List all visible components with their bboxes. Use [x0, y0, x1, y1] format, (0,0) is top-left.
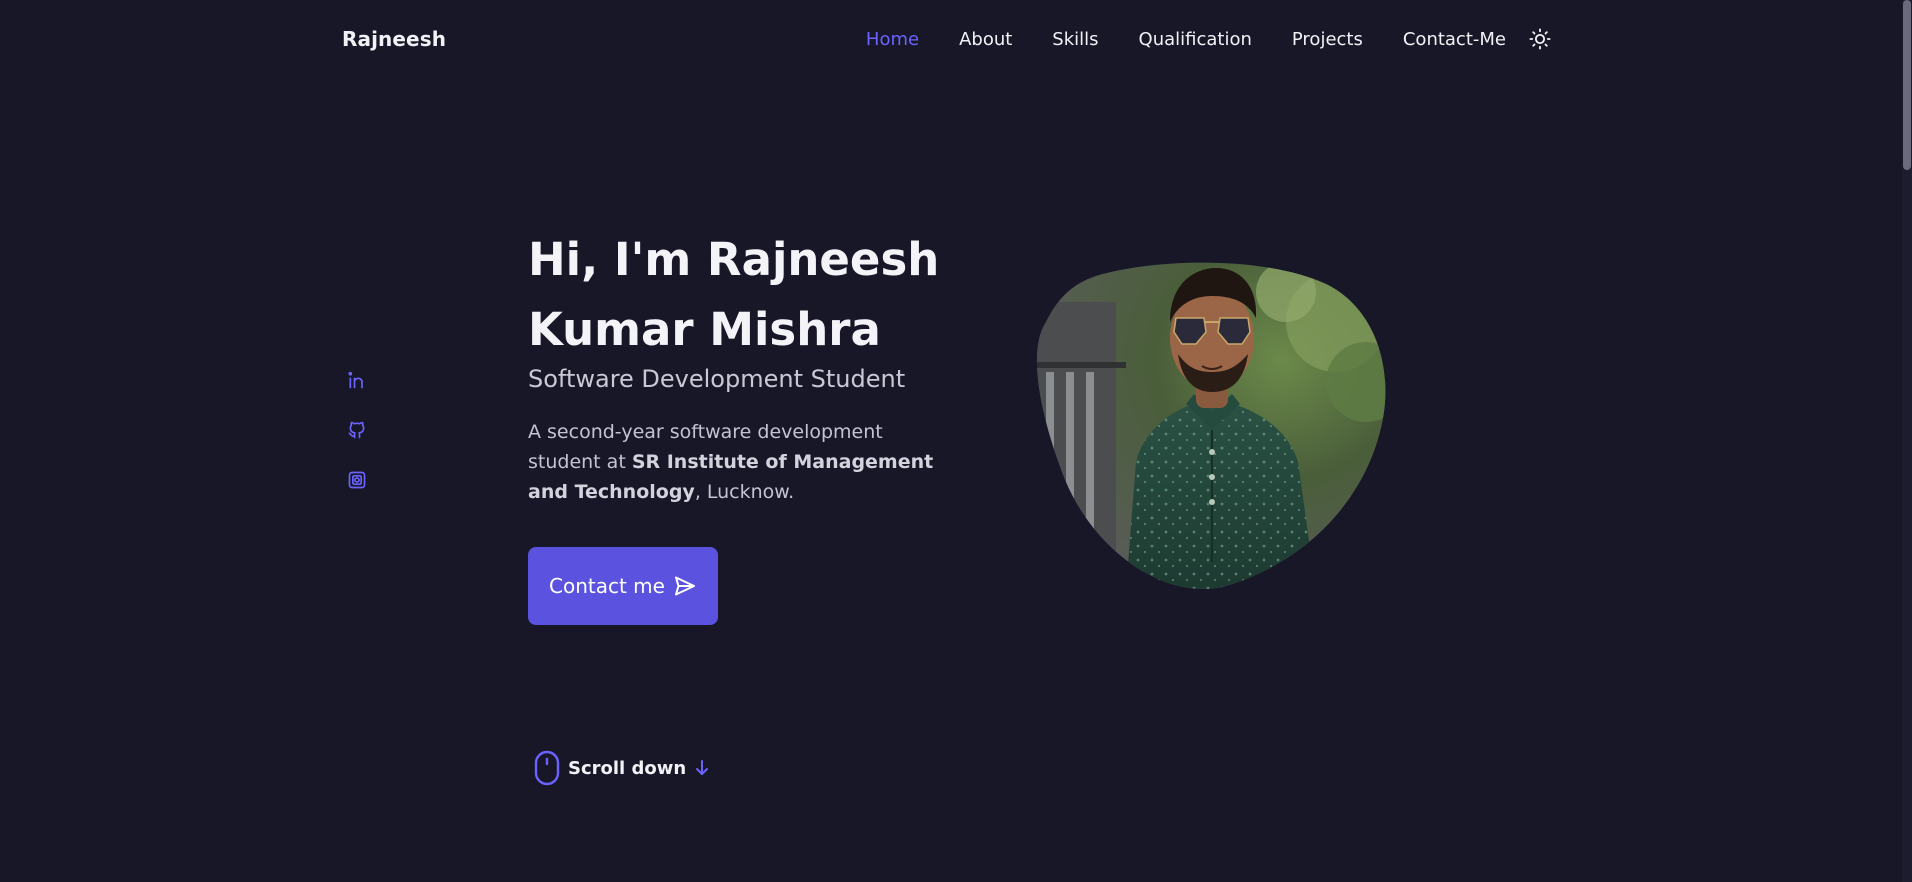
scroll-down-button[interactable]: Scroll down [534, 750, 710, 786]
nav-qualification[interactable]: Qualification [1139, 29, 1252, 50]
header: Rajneesh Home About Skills Qualification… [342, 0, 1552, 78]
instagram-link[interactable] [346, 468, 368, 492]
arrow-down-icon [696, 760, 709, 775]
nav-about[interactable]: About [959, 29, 1012, 50]
nav-projects[interactable]: Projects [1292, 29, 1363, 50]
sun-icon [1529, 28, 1551, 50]
hero-title: Hi, I'm Rajneesh Kumar Mishra [528, 225, 948, 365]
social-links [346, 368, 370, 492]
nav-skills[interactable]: Skills [1052, 29, 1098, 50]
nav-home[interactable]: Home [866, 29, 919, 50]
page: Rajneesh Home About Skills Qualification… [0, 0, 1912, 882]
contact-me-label: Contact me [549, 574, 665, 598]
hero-title-line1: Hi, I'm Rajneesh [528, 233, 940, 286]
linkedin-icon [348, 371, 363, 389]
scroll-down-label: Scroll down [568, 757, 687, 779]
nav-contact-me[interactable]: Contact-Me [1403, 29, 1506, 50]
hero-description-part2: , Lucknow. [694, 481, 795, 503]
scrollbar-thumb[interactable] [1903, 0, 1911, 170]
send-icon [674, 576, 695, 596]
github-link[interactable] [346, 418, 368, 442]
main-nav: Home About Skills Qualification Projects… [826, 27, 1552, 51]
logo[interactable]: Rajneesh [342, 27, 446, 51]
page-scrollbar[interactable] [1902, 0, 1912, 882]
hero-title-line2: Kumar Mishra [528, 303, 881, 356]
theme-toggle-button[interactable] [1528, 27, 1552, 51]
hero-subtitle: Software Development Student [528, 365, 906, 393]
linkedin-link[interactable] [346, 368, 368, 392]
mouse-icon [534, 750, 560, 786]
contact-me-button[interactable]: Contact me [528, 547, 718, 625]
github-icon [348, 421, 365, 439]
hero-description: A second-year software development stude… [528, 417, 948, 507]
hero-profile-image [1036, 262, 1388, 590]
instagram-icon [348, 471, 366, 489]
